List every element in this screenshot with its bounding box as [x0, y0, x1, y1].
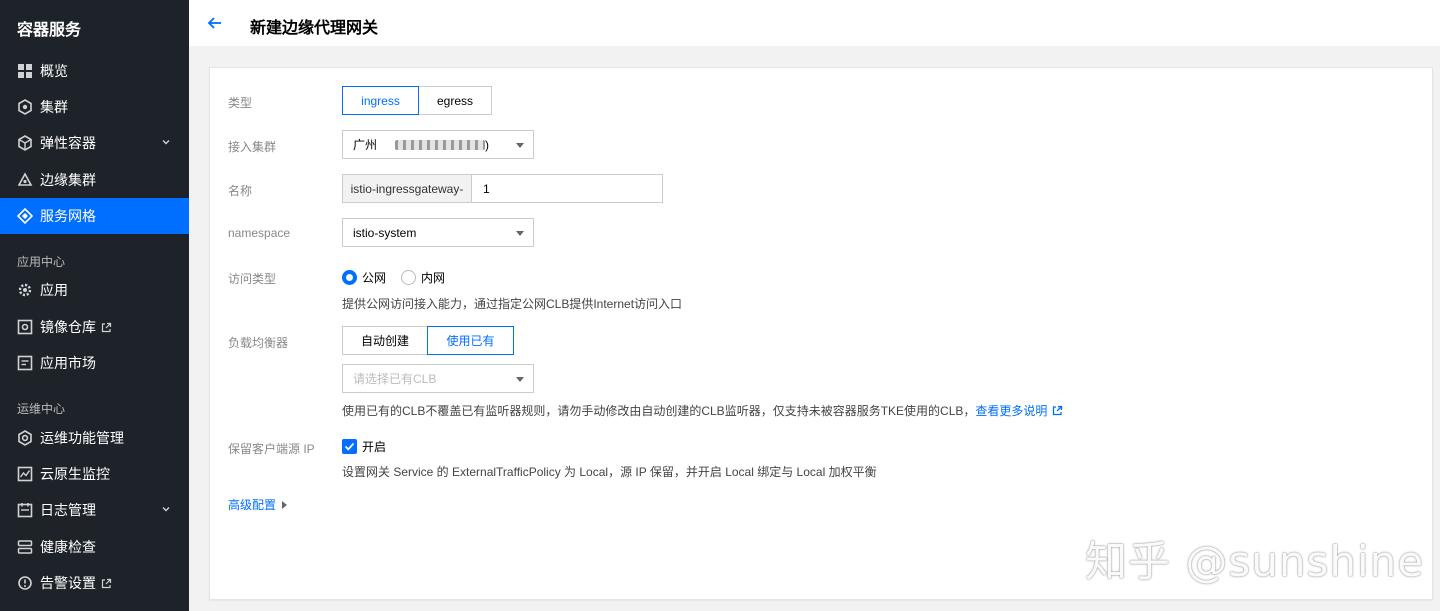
namespace-value: istio-system	[353, 225, 417, 240]
alarm-icon	[17, 575, 33, 591]
sidebar-item-label: 弹性容器	[40, 135, 96, 151]
sidebar-item-label: 服务网格	[40, 208, 96, 224]
caret-down-icon	[516, 377, 524, 382]
cluster-suffix: )	[485, 137, 490, 152]
sidebar-item-label: 告警设置	[40, 575, 96, 591]
name-input[interactable]	[471, 174, 663, 203]
type-option-ingress[interactable]: ingress	[342, 86, 419, 115]
preserve-ip-checkbox[interactable]: 开启	[342, 438, 386, 455]
access-type-label: 访问类型	[228, 272, 277, 286]
radio-label: 内网	[421, 271, 446, 285]
type-segmented-control: ingress egress	[342, 86, 492, 115]
lb-option-use-existing[interactable]: 使用已有	[427, 326, 514, 355]
type-option-egress[interactable]: egress	[418, 86, 492, 115]
access-hint: 提供公网访问接入能力，通过指定公网CLB提供Internet访问入口	[342, 297, 683, 311]
sidebar-item-label: 镜像仓库	[40, 319, 96, 335]
caret-down-icon	[516, 231, 524, 236]
sidebar-item-label: 运维功能管理	[40, 430, 124, 446]
clb-hint-text: 使用已有的CLB不覆盖已有监听器规则，请勿手动修改由自动创建的CLB监听器，仅支…	[342, 404, 976, 418]
settings-icon	[17, 430, 33, 446]
lb-option-auto-create[interactable]: 自动创建	[342, 326, 428, 355]
edge-cluster-icon	[17, 172, 33, 188]
cube-icon	[17, 135, 33, 151]
page-title: 新建边缘代理网关	[250, 20, 379, 37]
sidebar-item-health-check[interactable]: 健康检查	[0, 529, 189, 565]
monitor-icon	[17, 466, 33, 482]
namespace-select[interactable]: istio-system	[342, 218, 534, 247]
sidebar-item-image-registry[interactable]: 镜像仓库	[0, 309, 189, 345]
external-link-icon	[101, 322, 112, 332]
radio-checked-icon	[342, 270, 357, 285]
sidebar-item-label: 日志管理	[40, 502, 96, 518]
clb-placeholder: 请选择已有CLB	[353, 372, 437, 386]
sidebar-item-application[interactable]: 应用	[0, 272, 189, 308]
external-link-icon[interactable]	[1052, 405, 1063, 416]
caret-right-icon	[282, 500, 288, 509]
sidebar-item-label: 边缘集群	[40, 172, 96, 188]
mesh-icon	[17, 208, 33, 224]
cluster-select[interactable]: 广州 )	[342, 130, 534, 159]
market-icon	[17, 355, 33, 371]
sidebar-item-log-management[interactable]: 日志管理	[0, 492, 189, 528]
cluster-label: 接入集群	[228, 140, 277, 154]
namespace-label: namespace	[228, 226, 291, 240]
preserve-ip-label: 保留客户端源 IP	[228, 442, 315, 456]
page-header: 新建边缘代理网关	[189, 0, 1440, 46]
sidebar: 容器服务 概览 集群 弹性容器 边缘集群 服务网格 应用中心 应用 镜像仓库 应…	[0, 0, 189, 611]
registry-icon	[17, 319, 33, 335]
sidebar-item-elastic-container[interactable]: 弹性容器	[0, 125, 189, 161]
sidebar-item-label: 云原生监控	[40, 466, 110, 482]
cluster-region: 广州	[353, 138, 378, 152]
sidebar-item-label: 应用	[40, 282, 68, 298]
name-prefix-addon: istio-ingressgateway-	[342, 174, 472, 203]
more-info-link[interactable]: 查看更多说明	[975, 402, 1047, 419]
sidebar-item-service-mesh[interactable]: 服务网格	[0, 198, 189, 234]
preserve-ip-hint: 设置网关 Service 的 ExternalTrafficPolicy 为 L…	[342, 465, 877, 479]
chevron-down-icon	[162, 140, 170, 145]
sidebar-item-label: 集群	[40, 99, 68, 115]
access-radio-private[interactable]: 内网	[401, 269, 445, 286]
group-title-ops-center: 运维中心	[17, 402, 66, 416]
sidebar-item-label: 概览	[40, 63, 68, 79]
type-label: 类型	[228, 96, 253, 110]
name-label: 名称	[228, 184, 253, 198]
advanced-config-toggle[interactable]: 高级配置	[228, 496, 288, 513]
caret-down-icon	[516, 143, 524, 148]
clb-select[interactable]: 请选择已有CLB	[342, 364, 534, 393]
group-title-app-center: 应用中心	[17, 255, 66, 269]
watermark: 知乎 @sunshine	[1085, 537, 1425, 586]
health-icon	[17, 539, 33, 555]
sidebar-item-alarm-settings[interactable]: 告警设置	[0, 565, 189, 601]
sidebar-item-label: 应用市场	[40, 355, 96, 371]
advanced-config-label: 高级配置	[228, 498, 277, 512]
sidebar-item-label: 健康检查	[40, 539, 96, 555]
grid-icon	[17, 63, 33, 79]
external-link-icon	[101, 578, 112, 588]
radio-label: 公网	[362, 271, 387, 285]
clb-hint: 使用已有的CLB不覆盖已有监听器规则，请勿手动修改由自动创建的CLB监听器，仅支…	[342, 402, 1063, 419]
sidebar-item-cluster[interactable]: 集群	[0, 89, 189, 125]
check-icon	[342, 439, 357, 454]
lb-segmented-control: 自动创建 使用已有	[342, 326, 514, 355]
cluster-id-redacted	[395, 139, 486, 150]
chevron-down-icon	[162, 507, 170, 512]
hexagon-icon	[17, 99, 33, 115]
gear-icon	[17, 282, 33, 298]
lb-label: 负载均衡器	[228, 336, 289, 350]
sidebar-item-overview[interactable]: 概览	[0, 53, 189, 89]
radio-unchecked-icon	[401, 270, 416, 285]
sidebar-item-cloud-native-monitor[interactable]: 云原生监控	[0, 456, 189, 492]
sidebar-item-edge-cluster[interactable]: 边缘集群	[0, 162, 189, 198]
access-radio-public[interactable]: 公网	[342, 269, 386, 286]
checkbox-label: 开启	[362, 440, 387, 454]
brand-title: 容器服务	[17, 22, 82, 39]
back-arrow-icon[interactable]	[206, 14, 224, 32]
sidebar-item-app-market[interactable]: 应用市场	[0, 345, 189, 381]
sidebar-item-ops-management[interactable]: 运维功能管理	[0, 420, 189, 456]
calendar-icon	[17, 502, 33, 518]
